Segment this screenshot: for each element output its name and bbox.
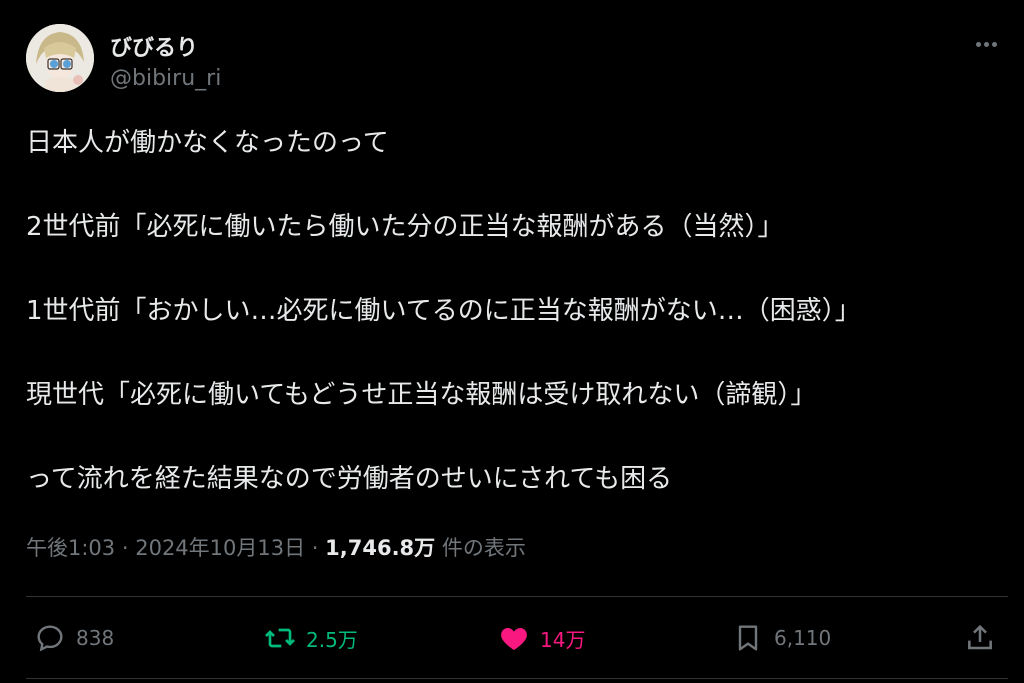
tweet-line: 現世代「必死に働いてもどうせ正当な報酬は受け取れない（諦観）」 — [26, 380, 817, 410]
share-button[interactable] — [964, 620, 1006, 656]
bookmark-icon — [738, 625, 758, 651]
divider — [26, 678, 1008, 679]
retweet-button[interactable]: 2.5万 — [264, 620, 358, 656]
retweet-count: 2.5万 — [306, 627, 358, 652]
meta-separator: · — [121, 536, 136, 560]
tweet-line: 日本人が働かなくなったのって — [26, 128, 389, 158]
tweet-line: 2世代前「必死に働いたら働いた分の正当な報酬がある（当然）」 — [26, 212, 784, 242]
bookmark-count: 6,110 — [774, 626, 832, 650]
tweet-meta: 午後1:03 · 2024年10月13日 · 1,746.8万 件の表示 — [26, 532, 526, 562]
tweet-date[interactable]: 2024年10月13日 — [135, 536, 305, 560]
action-bar: 838 2.5万 14万 6,110 — [26, 612, 1008, 666]
retweet-icon — [265, 628, 295, 648]
more-options-icon[interactable] — [976, 32, 1006, 52]
tweet-line: って流れを経た結果なので労働者のせいにされても困る — [26, 464, 673, 494]
reply-icon — [37, 625, 63, 652]
like-button[interactable]: 14万 — [498, 620, 585, 656]
tweet-line: 1世代前「おかしい…必死に働いてるのに正当な報酬がない…（困惑）」 — [26, 296, 861, 326]
reply-button[interactable]: 838 — [34, 620, 114, 656]
tweet-time[interactable]: 午後1:03 — [26, 536, 115, 560]
share-icon — [968, 624, 992, 650]
like-count: 14万 — [540, 627, 586, 652]
heart-icon — [501, 628, 527, 650]
reply-count: 838 — [76, 626, 115, 650]
divider — [26, 596, 1008, 597]
author-handle[interactable]: @bibiru_ri — [110, 66, 221, 91]
avatar[interactable] — [26, 24, 94, 92]
bookmark-button[interactable]: 6,110 — [732, 620, 831, 656]
tweet-header: びびるり @bibiru_ri — [26, 24, 1006, 96]
view-count-label: 件の表示 — [441, 536, 526, 560]
view-count: 1,746.8万 — [325, 536, 436, 560]
tweet-text: 日本人が働かなくなったのって 2世代前「必死に働いたら働いた分の正当な報酬がある… — [26, 122, 996, 500]
author-display-name[interactable]: びびるり — [110, 30, 198, 62]
meta-separator: · — [311, 536, 326, 560]
